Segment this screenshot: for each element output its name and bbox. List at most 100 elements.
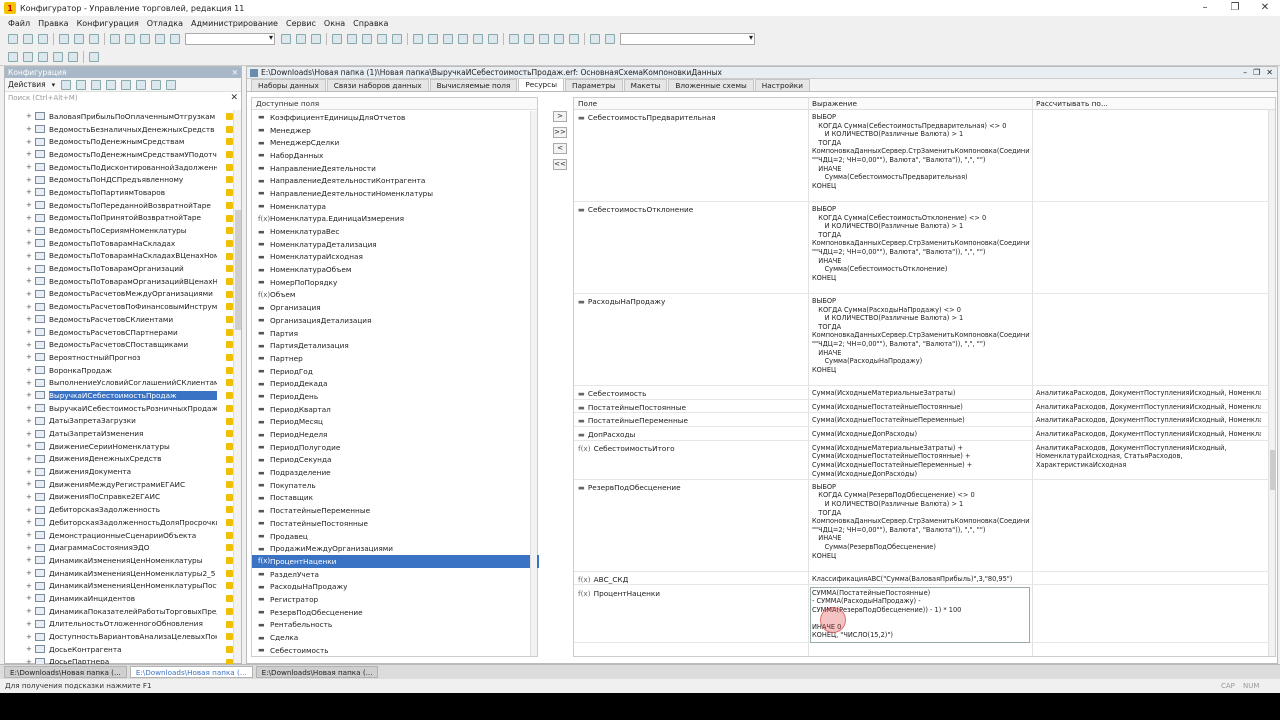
available-fields-scrollbar[interactable] <box>530 111 537 656</box>
tree-item[interactable]: + ВедомостьПоПереданнойВозвратнойТаре <box>5 199 233 212</box>
resource-row[interactable]: ▬ РезервПодОбесценение ВЫБОР КОГДА Сумма(Р… <box>574 481 1269 572</box>
configuration-scrollbar[interactable] <box>233 110 241 663</box>
resource-expression[interactable]: ВЫБОР КОГДА Сумма(РезервПодОбесценение) … <box>812 483 1030 560</box>
expand-icon[interactable]: + <box>26 265 32 273</box>
move-down-icon[interactable] <box>136 79 147 90</box>
available-field[interactable]: f(x) Номенклатура.ЕдиницаИзмерения <box>252 213 539 226</box>
expand-icon[interactable]: + <box>26 341 32 349</box>
cut-icon[interactable] <box>59 34 69 44</box>
available-field[interactable]: ▬ НаправлениеДеятельностиНоменклатуры <box>252 187 539 200</box>
expand-icon[interactable]: + <box>26 594 32 602</box>
resource-calculate-by[interactable]: АналитикаРасходов, ДокументПоступленияИс… <box>1036 430 1261 439</box>
help-icon[interactable] <box>392 34 402 44</box>
find-icon[interactable] <box>170 34 180 44</box>
resource-expression[interactable]: ВЫБОР КОГДА Сумма(СебестоимостьПредварит… <box>812 113 1030 190</box>
column-field[interactable]: Поле <box>578 98 597 110</box>
expand-icon[interactable]: + <box>26 353 32 361</box>
tree-item[interactable]: + ДинамикаИзмененияЦенНоменклатуры2_5 <box>5 567 233 580</box>
tree-item[interactable]: + ВедомостьПоПартиямТоваров <box>5 186 233 199</box>
expand-icon[interactable]: + <box>26 556 32 564</box>
expand-icon[interactable]: + <box>26 328 32 336</box>
available-field[interactable]: ▬ НоменклатураОбъем <box>252 263 539 276</box>
available-field[interactable]: ▬ Регистратор <box>252 593 539 606</box>
menu-item[interactable]: Сервис <box>286 19 316 28</box>
expand-icon[interactable]: + <box>26 582 32 590</box>
tab-2[interactable]: Вычисляемые поля <box>429 79 518 91</box>
new-icon[interactable] <box>8 34 18 44</box>
available-field[interactable]: ▬ Номенклатура <box>252 200 539 213</box>
config-search-input[interactable]: Поиск (Ctrl+Alt+M) ✕ <box>5 92 241 104</box>
tree-item[interactable]: + ДинамикаИзмененияЦенНоменклатуры <box>5 554 233 567</box>
available-field[interactable]: ▬ ПериодНеделя <box>252 428 539 441</box>
scrollbar-thumb[interactable] <box>1270 450 1275 490</box>
expand-icon[interactable]: + <box>26 531 32 539</box>
expand-icon[interactable]: + <box>26 239 32 247</box>
expand-icon[interactable]: + <box>26 607 32 615</box>
available-field[interactable]: ▬ НаборДанных <box>252 149 539 162</box>
tree-item[interactable]: + ВедомостьПоДенежнымСредствам <box>5 135 233 148</box>
expand-icon[interactable]: + <box>26 303 32 311</box>
chevron-down-icon[interactable]: ▾ <box>52 81 56 89</box>
menu-item[interactable]: Конфигурация <box>77 19 139 28</box>
expand-icon[interactable]: + <box>26 544 32 552</box>
expand-icon[interactable]: + <box>26 227 32 235</box>
move-up-icon[interactable] <box>121 79 132 90</box>
resource-expression[interactable]: Сумма(ИсходныеПостатейныеПеременные) <box>812 416 1030 425</box>
available-field[interactable]: ▬ МенеджерСделки <box>252 136 539 149</box>
config-update-icon[interactable] <box>38 51 48 62</box>
save-icon[interactable] <box>38 34 48 44</box>
search-combo[interactable] <box>185 33 275 45</box>
copy-icon[interactable] <box>74 34 84 44</box>
tree-item[interactable]: + ВедомостьПоНДСПредъявленному <box>5 173 233 186</box>
tree-item[interactable]: + ВоронкаПродаж <box>5 364 233 377</box>
procedure-combo[interactable] <box>620 33 755 45</box>
tree-item[interactable]: + ВероятностныйПрогноз <box>5 351 233 364</box>
tree-item[interactable]: + ДатыЗапретаЗагрузки <box>5 415 233 428</box>
redo-icon[interactable] <box>155 34 165 44</box>
column-calculate-by[interactable]: Рассчитывать по... <box>1036 98 1108 110</box>
window-tab[interactable]: E:\Downloads\Новая папка (... <box>4 666 127 678</box>
available-field[interactable]: ▬ Сделка <box>252 631 539 644</box>
available-field[interactable]: ▬ Покупатель <box>252 479 539 492</box>
resource-expression[interactable]: КлассификацияABC("Сумма(ВаловаяПрибыль)"… <box>812 575 1030 584</box>
expand-icon[interactable]: + <box>26 620 32 628</box>
available-field[interactable]: ▬ НоменклатураИсходная <box>252 251 539 264</box>
close-icon[interactable]: ✕ <box>232 67 238 78</box>
expand-icon[interactable]: + <box>26 176 32 184</box>
expand-icon[interactable]: + <box>26 430 32 438</box>
tree-item[interactable]: + ВедомостьПоТоварамНаСкладахВЦенахНомен.… <box>5 250 233 263</box>
tree-item[interactable]: + ВедомостьПоСериямНоменклатуры <box>5 224 233 237</box>
available-field[interactable]: ▬ ПостатейныеПостоянные <box>252 517 539 530</box>
config-save-icon[interactable] <box>23 51 33 62</box>
menu-item[interactable]: Справка <box>353 19 388 28</box>
ungroup-icon[interactable] <box>524 34 534 44</box>
resource-row[interactable]: ▬ СебестоимостьОтклонение ВЫБОР КОГДА Сумм… <box>574 203 1269 294</box>
expand-icon[interactable]: + <box>26 518 32 526</box>
tree-item[interactable]: + ВедомостьПоТоварамОрганизацийВЦенахНом.… <box>5 275 233 288</box>
delete-icon[interactable] <box>91 79 102 90</box>
tree-item[interactable]: + ВедомостьБезналичныхДенежныхСредств <box>5 123 233 136</box>
window-tab[interactable]: E:\Downloads\Новая папка (... <box>255 666 379 678</box>
tree-item[interactable]: + ВедомостьРасчетовПоФинансовымИнструмен.… <box>5 300 233 313</box>
resource-row[interactable]: ▬ ПостатейныеПеременные Сумма(ИсходныеПост… <box>574 414 1269 428</box>
available-field[interactable]: ▬ НомерПоПорядку <box>252 276 539 289</box>
bookmark-icon[interactable] <box>332 34 342 44</box>
expand-icon[interactable]: + <box>26 214 32 222</box>
tree-item[interactable]: + ВедомостьПоТоварамОрганизаций <box>5 262 233 275</box>
resource-expression[interactable]: ВЫБОР КОГДА Сумма(РасходыНаПродажу) <> 0… <box>812 297 1030 374</box>
find-prev-icon[interactable] <box>296 34 306 44</box>
config-open-icon[interactable] <box>8 51 18 62</box>
available-field[interactable]: ▬ ПартияДетализация <box>252 339 539 352</box>
available-field[interactable]: f(x) ПроцентНаценки <box>252 555 539 568</box>
resource-row[interactable]: ▬ РасходыНаПродажу ВЫБОР КОГДА Сумма(Расхо… <box>574 295 1269 386</box>
clear-search-icon[interactable]: ✕ <box>230 92 238 104</box>
available-field[interactable]: ▬ РазделУчета <box>252 568 539 581</box>
add-icon[interactable] <box>61 79 72 90</box>
move-button-1[interactable]: >> <box>553 127 567 138</box>
close-icon[interactable]: ✕ <box>1250 0 1280 16</box>
tools-icon[interactable] <box>605 34 615 44</box>
expand-icon[interactable]: + <box>26 404 32 412</box>
available-field[interactable]: ▬ НоменклатураДетализация <box>252 238 539 251</box>
move-button-0[interactable]: > <box>553 111 567 122</box>
comment-icon[interactable] <box>443 34 453 44</box>
